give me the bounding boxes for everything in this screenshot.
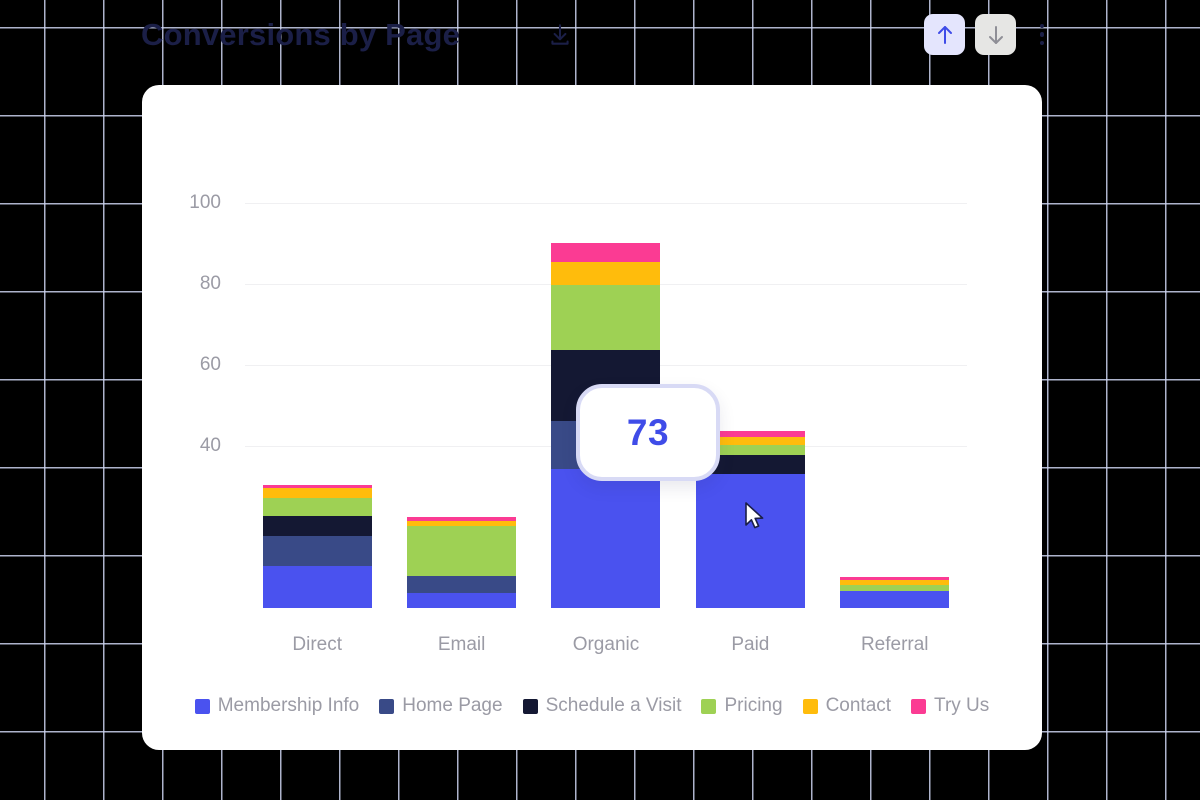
menu-dot: [1039, 23, 1045, 29]
bar-group-referral: Referral: [823, 183, 967, 655]
x-axis-tick-label: Email: [437, 634, 486, 655]
chart-card: 100 80 60 40 Direct Email Organic Paid Referral…: [142, 85, 1042, 750]
bar-segment[interactable]: [551, 261, 661, 285]
y-axis-tick-label: 80: [199, 273, 221, 295]
x-axis-tick-label: Paid: [731, 634, 770, 655]
legend-item[interactable]: Contact: [802, 695, 892, 717]
y-axis-tick-label: 60: [199, 354, 221, 376]
legend-label: Home Page: [402, 695, 503, 716]
legend-swatch: [194, 698, 210, 714]
more-options-icon[interactable]: [1028, 14, 1056, 55]
arrow-up-icon: [937, 25, 952, 44]
stacked-bar[interactable]: [840, 576, 950, 608]
legend-item[interactable]: Try Us: [911, 695, 989, 717]
legend-swatch: [379, 698, 395, 714]
stacked-bar[interactable]: [407, 516, 517, 608]
header-bar: Conversions by Page: [0, 0, 1200, 72]
arrow-down-icon: [988, 25, 1003, 44]
legend-item[interactable]: Home Page: [379, 695, 503, 717]
menu-dot: [1039, 32, 1045, 37]
bar-group-direct: Direct: [245, 183, 389, 655]
stacked-bar[interactable]: [262, 484, 372, 608]
menu-dot: [1039, 40, 1045, 46]
legend-item[interactable]: Schedule a Visit: [522, 695, 682, 717]
legend-item[interactable]: Membership Info: [194, 695, 360, 717]
tooltip-value: 73: [626, 411, 670, 453]
x-axis-tick-label: Direct: [292, 634, 342, 655]
chart-legend: Membership Info Home Page Schedule a Visit…: [142, 695, 1042, 717]
bar-group-email: Email: [389, 183, 533, 655]
legend-label: Pricing: [724, 695, 783, 716]
bar-segment[interactable]: [262, 488, 372, 498]
legend-label: Schedule a Visit: [545, 695, 682, 716]
legend-label: Membership Info: [217, 695, 360, 716]
header-actions: [924, 14, 1056, 55]
legend-label: Contact: [825, 695, 892, 716]
bar-segment[interactable]: [262, 535, 372, 566]
legend-swatch: [911, 698, 927, 714]
legend-swatch: [522, 698, 538, 714]
y-axis-tick-label: 40: [199, 435, 221, 457]
legend-swatch: [802, 698, 818, 714]
bar-segment[interactable]: [407, 592, 517, 608]
bar-segment[interactable]: [551, 284, 661, 351]
chart-tooltip: 73: [576, 384, 720, 481]
bar-segment[interactable]: [262, 497, 372, 517]
legend-label: Try Us: [934, 695, 990, 716]
bar-segment[interactable]: [840, 591, 950, 608]
bar-segment[interactable]: [551, 469, 661, 608]
x-axis-tick-label: Referral: [860, 634, 929, 655]
legend-item[interactable]: Pricing: [701, 695, 783, 717]
bar-segment[interactable]: [262, 565, 372, 608]
legend-swatch: [701, 698, 717, 714]
sort-ascending-button[interactable]: [924, 14, 965, 55]
y-axis-tick-label: 100: [189, 192, 221, 214]
sort-descending-button[interactable]: [975, 14, 1016, 55]
bar-segment[interactable]: [551, 242, 661, 262]
x-axis-tick-label: Organic: [572, 634, 640, 655]
page-title: Conversions by Page: [141, 17, 461, 52]
bar-segment[interactable]: [695, 473, 805, 608]
bar-segment[interactable]: [407, 575, 517, 593]
download-icon[interactable]: [543, 18, 577, 52]
bar-segment[interactable]: [407, 526, 517, 576]
bar-segment[interactable]: [262, 516, 372, 536]
